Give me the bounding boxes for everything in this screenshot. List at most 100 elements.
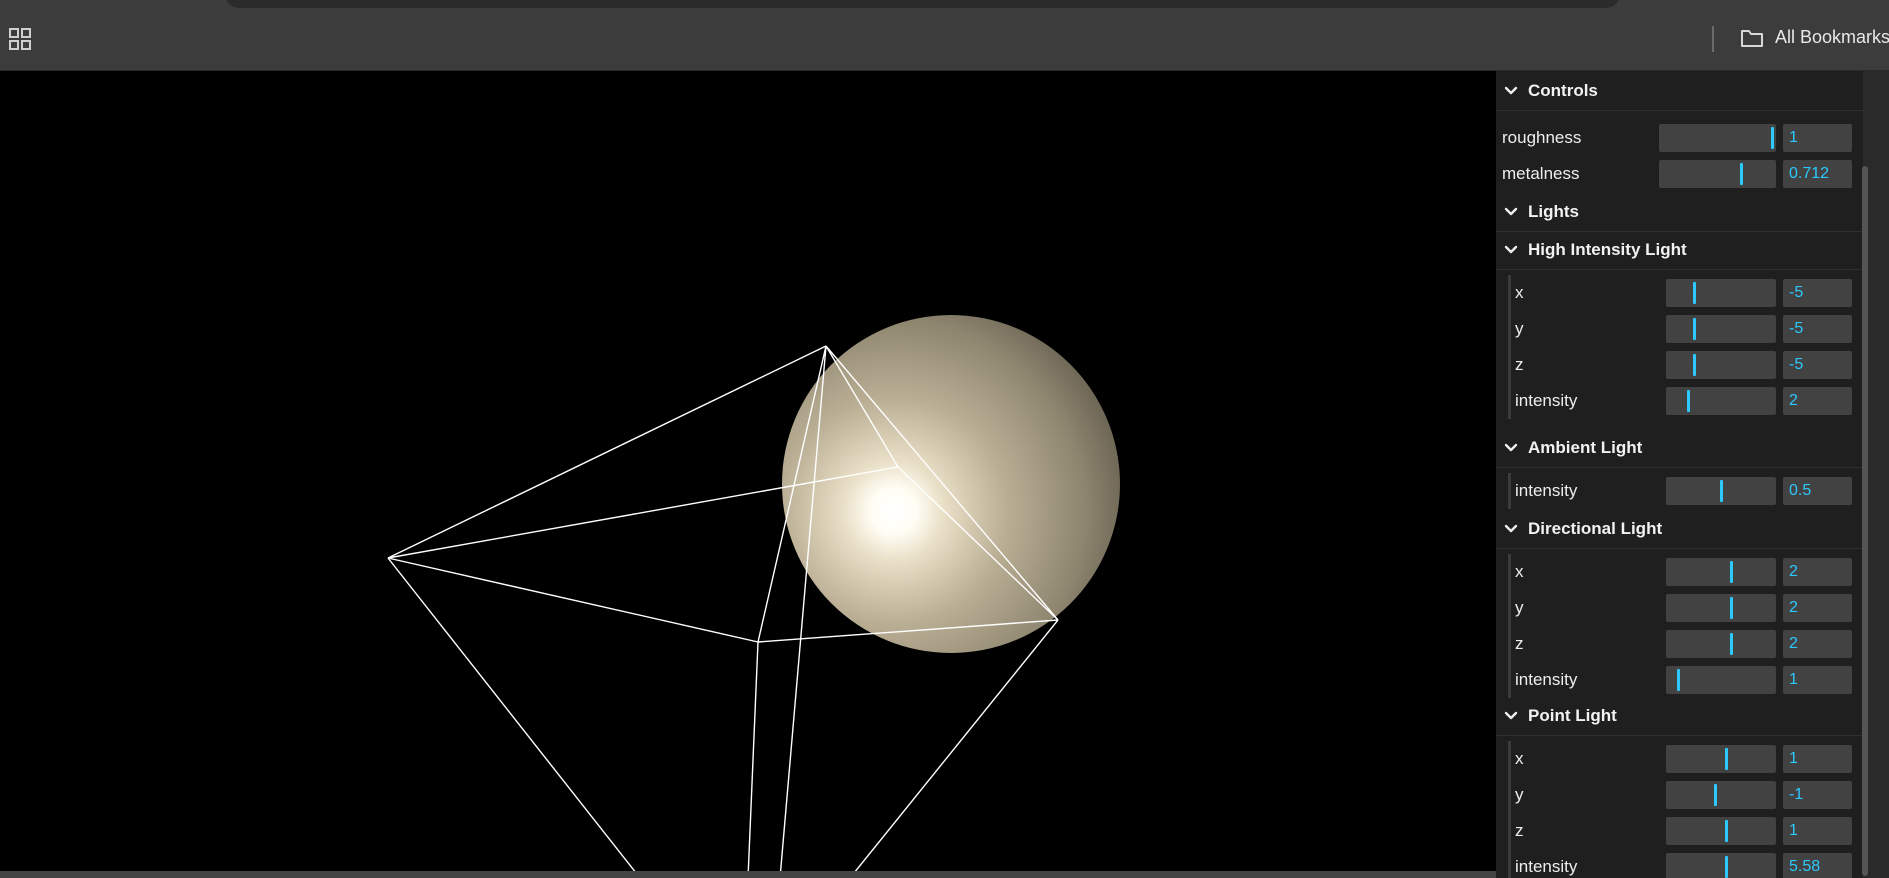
folder-title-label: Ambient Light xyxy=(1528,438,1643,457)
number-input-directional-z[interactable]: 2 xyxy=(1783,630,1852,658)
number-input-high-intensity-z[interactable]: -5 xyxy=(1783,351,1852,379)
number-input-high-intensity-y[interactable]: -5 xyxy=(1783,315,1852,343)
folder-directional-light[interactable]: Directional Light xyxy=(1496,510,1863,548)
control-label: z xyxy=(1515,821,1524,840)
folder-title-label: Directional Light xyxy=(1528,519,1663,538)
slider-handle[interactable] xyxy=(1725,856,1728,878)
control-row-point-z: z1 xyxy=(1496,813,1863,849)
slider-handle[interactable] xyxy=(1740,163,1743,185)
control-label: intensity xyxy=(1515,391,1578,410)
folder-controls[interactable]: Controls xyxy=(1496,72,1863,110)
control-row-high-intensity-z: z -5 xyxy=(1496,347,1863,383)
control-row-high-intensity-x: x -5 xyxy=(1496,275,1863,311)
slider-handle[interactable] xyxy=(1725,820,1728,842)
control-row-directional-intensity: intensity 1 xyxy=(1496,662,1863,698)
slider-handle[interactable] xyxy=(1771,127,1774,149)
control-label: metalness xyxy=(1502,164,1580,183)
slider-handle[interactable] xyxy=(1730,633,1733,655)
grid-apps-icon[interactable] xyxy=(9,28,31,50)
control-label: intensity xyxy=(1515,857,1578,876)
slider-directional-z[interactable] xyxy=(1666,630,1776,658)
control-row-high-intensity-y: y -5 xyxy=(1496,311,1863,347)
slider-metalness[interactable] xyxy=(1659,160,1776,188)
folder-ambient-light[interactable]: Ambient Light xyxy=(1496,429,1863,467)
slider-handle[interactable] xyxy=(1714,784,1717,806)
slider-point-y[interactable] xyxy=(1666,781,1776,809)
control-label: x xyxy=(1515,283,1524,302)
control-label: roughness xyxy=(1502,128,1582,147)
slider-ambient-intensity[interactable] xyxy=(1666,477,1776,505)
control-row-high-intensity-intensity: intensity 2 xyxy=(1496,383,1863,419)
slider-point-z[interactable] xyxy=(1666,817,1776,845)
number-input-point-z[interactable]: 1 xyxy=(1783,817,1852,845)
number-input-directional-intensity[interactable]: 1 xyxy=(1783,666,1852,694)
3d-canvas[interactable] xyxy=(0,71,1496,878)
number-input-point-intensity[interactable]: 5.58 xyxy=(1783,853,1852,878)
number-input-roughness[interactable]: 1 xyxy=(1783,124,1852,152)
folder-divider xyxy=(1496,110,1863,111)
control-row-point-y: y -1 xyxy=(1496,777,1863,813)
folder-title-label: Point Light xyxy=(1528,706,1617,725)
all-bookmarks-link[interactable]: All Bookmarks xyxy=(1775,27,1889,48)
slider-roughness[interactable] xyxy=(1659,124,1776,152)
control-row-directional-z: z2 xyxy=(1496,626,1863,662)
folder-icon[interactable] xyxy=(1740,28,1764,48)
slider-handle[interactable] xyxy=(1720,480,1723,502)
slider-high-intensity-intensity[interactable] xyxy=(1666,387,1776,415)
chevron-down-icon xyxy=(1504,711,1518,720)
control-row-directional-y: y2 xyxy=(1496,590,1863,626)
slider-directional-x[interactable] xyxy=(1666,558,1776,586)
chevron-down-icon xyxy=(1504,86,1518,95)
slider-handle[interactable] xyxy=(1693,282,1696,304)
number-input-directional-x[interactable]: 2 xyxy=(1783,558,1852,586)
folder-title-label: Lights xyxy=(1528,202,1579,221)
folder-divider xyxy=(1496,735,1863,736)
folder-point-light[interactable]: Point Light xyxy=(1496,697,1863,735)
folder-divider xyxy=(1496,548,1863,549)
slider-high-intensity-y[interactable] xyxy=(1666,315,1776,343)
number-input-directional-y[interactable]: 2 xyxy=(1783,594,1852,622)
control-row-roughness: roughness 1 xyxy=(1496,120,1863,156)
panel-scrollbar-thumb[interactable] xyxy=(1862,166,1868,876)
controls-panel: Controls roughness 1 metalness 0.712 Lights Hi… xyxy=(1496,71,1863,878)
slider-handle[interactable] xyxy=(1730,561,1733,583)
slider-point-x[interactable] xyxy=(1666,745,1776,773)
address-bar[interactable] xyxy=(225,0,1620,8)
number-input-metalness[interactable]: 0.712 xyxy=(1783,160,1852,188)
slider-handle[interactable] xyxy=(1730,597,1733,619)
number-input-high-intensity-x[interactable]: -5 xyxy=(1783,279,1852,307)
slider-handle[interactable] xyxy=(1687,390,1690,412)
slider-directional-y[interactable] xyxy=(1666,594,1776,622)
textured-sphere xyxy=(782,315,1120,653)
slider-handle[interactable] xyxy=(1693,318,1696,340)
slider-directional-intensity[interactable] xyxy=(1666,666,1776,694)
number-input-high-intensity-intensity[interactable]: 2 xyxy=(1783,387,1852,415)
horizontal-scrollbar[interactable] xyxy=(0,871,1496,878)
chevron-down-icon xyxy=(1504,245,1518,254)
control-label: x xyxy=(1515,749,1524,768)
slider-handle[interactable] xyxy=(1677,669,1680,691)
folder-lights[interactable]: Lights xyxy=(1496,193,1863,231)
number-input-point-y[interactable]: -1 xyxy=(1783,781,1852,809)
slider-high-intensity-z[interactable] xyxy=(1666,351,1776,379)
folder-divider xyxy=(1496,467,1863,468)
slider-point-intensity[interactable] xyxy=(1666,853,1776,878)
slider-high-intensity-x[interactable] xyxy=(1666,279,1776,307)
toolbar-separator xyxy=(1712,26,1714,52)
folder-high-intensity-light[interactable]: High Intensity Light xyxy=(1496,231,1863,269)
chevron-down-icon xyxy=(1504,207,1518,216)
chevron-down-icon xyxy=(1504,443,1518,452)
number-input-ambient-intensity[interactable]: 0.5 xyxy=(1783,477,1852,505)
slider-handle[interactable] xyxy=(1693,354,1696,376)
control-label: y xyxy=(1515,319,1524,338)
control-row-directional-x: x2 xyxy=(1496,554,1863,590)
folder-title-label: High Intensity Light xyxy=(1528,240,1687,259)
control-label: y xyxy=(1515,785,1524,804)
folder-divider xyxy=(1496,269,1863,270)
folder-title-label: Controls xyxy=(1528,81,1598,100)
control-row-point-x: x1 xyxy=(1496,741,1863,777)
bookmarks-bar: All Bookmarks xyxy=(0,0,1889,71)
slider-handle[interactable] xyxy=(1725,748,1728,770)
control-row-point-intensity: intensity 5.58 xyxy=(1496,849,1863,878)
number-input-point-x[interactable]: 1 xyxy=(1783,745,1852,773)
